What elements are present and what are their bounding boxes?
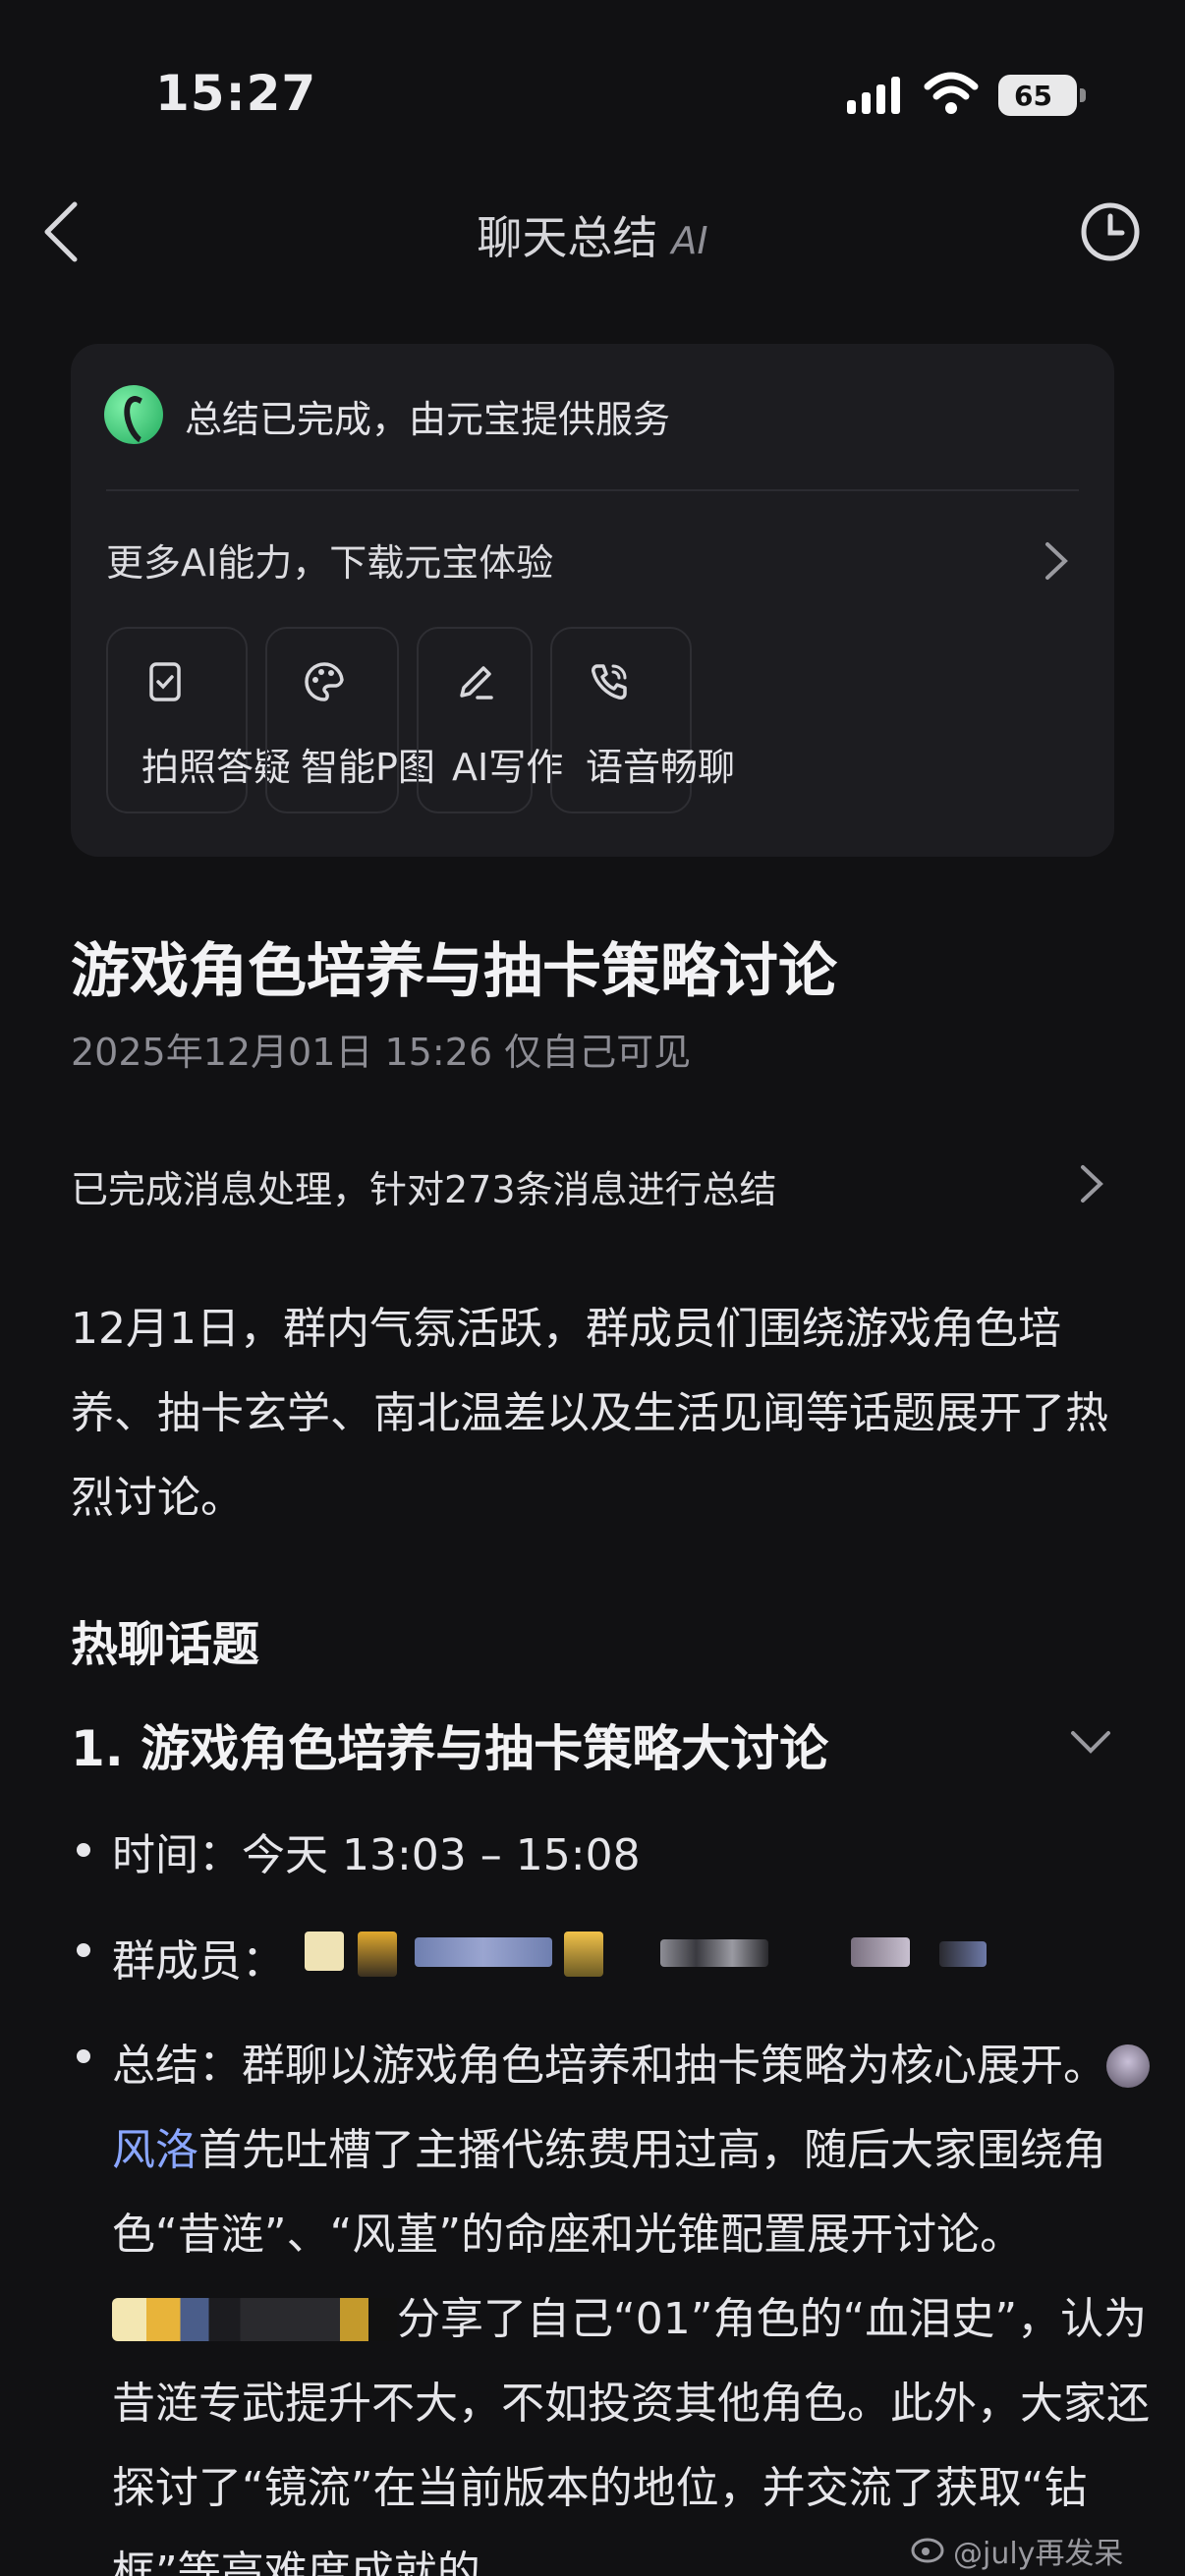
topic-summary: 总结：群聊以游戏角色培养和抽卡策略为核心展开。风洛首先吐槽了主播代练费用过高，随… <box>112 2024 1154 2576</box>
feature-voice-chat-button[interactable]: 语音畅聊 <box>550 627 735 813</box>
summary-done-text: 总结已完成，由元宝提供服务 <box>185 398 671 441</box>
bullet-dot <box>77 2049 90 2063</box>
topic-time: 时间：今天 13:03 – 15:08 <box>112 1830 641 1880</box>
chevron-right-icon[interactable] <box>1075 1159 1108 1208</box>
bullet-dot <box>77 1843 90 1857</box>
battery-indicator: 65 <box>998 75 1086 116</box>
hot-topics-heading: 热聊话题 <box>71 1617 260 1672</box>
phone-icon <box>592 664 627 700</box>
feature-label: 语音畅聊 <box>586 746 736 789</box>
feature-photo-qa-button[interactable]: 拍照答疑 <box>106 627 291 813</box>
chevron-right-icon[interactable] <box>1040 536 1073 586</box>
more-ai-link[interactable]: 更多AI能力，下载元宝体验 <box>106 532 553 587</box>
yuanbao-service-card: 总结已完成，由元宝提供服务 更多AI能力，下载元宝体验 拍照答疑 智能P图 AI… <box>71 344 1114 857</box>
feature-label: 智能P图 <box>301 746 435 789</box>
redacted-member-mention <box>112 2298 397 2341</box>
photo-qa-icon <box>149 662 181 701</box>
watermark-text: @july再发呆 <box>953 2537 1124 2571</box>
palette-icon <box>305 662 344 701</box>
summary-part2: 首先吐槽了主播代练费用过高，随后大家围绕角色“昔涟”、“风堇”的命座和光锥配置展… <box>112 2125 1106 2260</box>
topic-title[interactable]: 1. 游戏角色培养与抽卡策略大讨论 <box>71 1709 828 1780</box>
battery-level: 65 <box>1014 79 1052 112</box>
feature-label: AI写作 <box>452 746 564 789</box>
cellular-signal-icon <box>847 77 900 114</box>
status-time: 15:27 <box>155 65 317 122</box>
status-bar: 15:27 65 <box>0 0 1185 187</box>
card-divider <box>106 489 1079 491</box>
summary-meta: 2025年12月01日 15:26 仅自己可见 <box>71 1031 692 1074</box>
ai-badge: AI <box>671 219 708 262</box>
summary-title: 游戏角色培养与抽卡策略讨论 <box>71 937 837 1006</box>
page-title-text: 聊天总结 <box>477 211 658 264</box>
summary-prefix: 总结：群聊以游戏角色培养和抽卡策略为核心展开。 <box>112 2041 1106 2091</box>
weibo-logo-icon <box>911 2538 944 2563</box>
wifi-icon <box>924 72 979 114</box>
history-clock-icon[interactable] <box>1079 200 1142 263</box>
feature-photo-edit-button[interactable]: 智能P图 <box>265 627 435 813</box>
bullet-dot <box>77 1943 90 1957</box>
summary-intro: 12月1日，群内气氛活跃，群成员们围绕游戏角色培养、抽卡玄学、南北温差以及生活见… <box>71 1304 1108 1523</box>
member-avatar <box>1106 2044 1150 2088</box>
topic-members-label: 群成员： <box>112 1936 285 1987</box>
processed-messages-link[interactable]: 已完成消息处理，针对273条消息进行总结 <box>71 1159 777 1213</box>
member-mention-link[interactable]: 风洛 <box>112 2125 198 2175</box>
page-title: 聊天总结 AI <box>0 202 1185 267</box>
feature-ai-writing-button[interactable]: AI写作 <box>417 627 563 813</box>
chevron-down-icon[interactable] <box>1067 1725 1114 1759</box>
pen-icon <box>460 666 493 700</box>
yuanbao-logo-icon <box>104 385 163 444</box>
